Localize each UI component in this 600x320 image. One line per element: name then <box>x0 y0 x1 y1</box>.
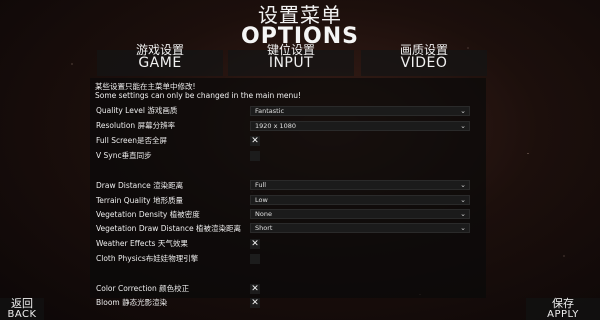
bloom-label: Bloom 静态光影渲染 <box>96 298 168 307</box>
vsync-checkbox[interactable] <box>250 151 260 161</box>
terrain-quality-value: Low <box>255 196 268 204</box>
vegetation-draw-distance-label: Vegetation Draw Distance 植被渲染距离 <box>96 224 241 233</box>
draw-distance-label: Draw Distance 渲染距离 <box>96 181 184 190</box>
chevron-down-icon: ⌄ <box>460 210 466 218</box>
chevron-down-icon: ⌄ <box>460 224 466 232</box>
terrain-quality-label: Terrain Quality 地形质量 <box>96 196 183 205</box>
vegetation-density-value: None <box>255 210 272 218</box>
quality-level-dropdown[interactable]: Fantastic ⌄ <box>250 106 470 116</box>
tab-game[interactable]: 游戏设置 GAME <box>97 44 223 76</box>
weather-effects-label: Weather Effects 天气效果 <box>96 239 188 248</box>
tab-video[interactable]: 画质设置 VIDEO <box>361 44 487 76</box>
back-button-label: BACK <box>7 309 37 320</box>
color-correction-label: Color Correction 颜色校正 <box>96 284 190 293</box>
vegetation-draw-distance-value: Short <box>255 224 273 232</box>
quality-level-label: Quality Level 游戏画质 <box>96 106 178 115</box>
chevron-down-icon: ⌄ <box>460 181 466 189</box>
tab-video-label: VIDEO <box>400 55 448 71</box>
chevron-down-icon: ⌄ <box>460 196 466 204</box>
weather-effects-checkbox[interactable]: ✕ <box>250 239 260 249</box>
color-correction-checkbox[interactable]: ✕ <box>250 284 260 294</box>
vegetation-draw-distance-dropdown[interactable]: Short ⌄ <box>250 223 470 233</box>
chevron-down-icon: ⌄ <box>460 122 466 130</box>
vsync-label: V Sync垂直同步 <box>96 151 152 160</box>
back-button-label-cn: 返回 <box>11 297 33 310</box>
chevron-down-icon: ⌄ <box>460 107 466 115</box>
notice-en: Some settings can only be changed in the… <box>95 91 302 100</box>
full-screen-label: Full Screen是否全屏 <box>96 136 167 145</box>
tab-input-label: INPUT <box>268 55 314 71</box>
notice-cn: 某些设置只能在主菜单中修改! <box>95 82 196 91</box>
bloom-checkbox[interactable]: ✕ <box>250 298 260 308</box>
check-icon: ✕ <box>251 284 259 294</box>
tab-game-label: GAME <box>138 55 182 71</box>
apply-button-label: APPLY <box>547 309 579 320</box>
resolution-label: Resolution 屏幕分辨率 <box>96 121 176 130</box>
resolution-value: 1920 x 1080 <box>255 122 297 130</box>
cloth-physics-checkbox[interactable] <box>250 254 260 264</box>
vegetation-density-dropdown[interactable]: None ⌄ <box>250 209 470 219</box>
check-icon: ✕ <box>251 298 259 308</box>
draw-distance-value: Full <box>255 181 267 189</box>
check-icon: ✕ <box>251 239 259 249</box>
tab-input[interactable]: 键位设置 INPUT <box>228 44 354 76</box>
full-screen-checkbox[interactable]: ✕ <box>250 136 260 146</box>
apply-button[interactable]: 保存 APPLY <box>526 298 600 320</box>
apply-button-label-cn: 保存 <box>552 297 574 310</box>
page-title-cn: 设置菜单 <box>258 3 342 27</box>
back-button[interactable]: 返回 BACK <box>0 298 44 320</box>
cloth-physics-label: Cloth Physics布娃娃物理引擎 <box>96 254 199 263</box>
quality-level-value: Fantastic <box>255 107 285 115</box>
draw-distance-dropdown[interactable]: Full ⌄ <box>250 180 470 190</box>
check-icon: ✕ <box>251 136 259 146</box>
vegetation-density-label: Vegetation Density 植被密度 <box>96 210 200 219</box>
terrain-quality-dropdown[interactable]: Low ⌄ <box>250 195 470 205</box>
resolution-dropdown[interactable]: 1920 x 1080 ⌄ <box>250 121 470 131</box>
